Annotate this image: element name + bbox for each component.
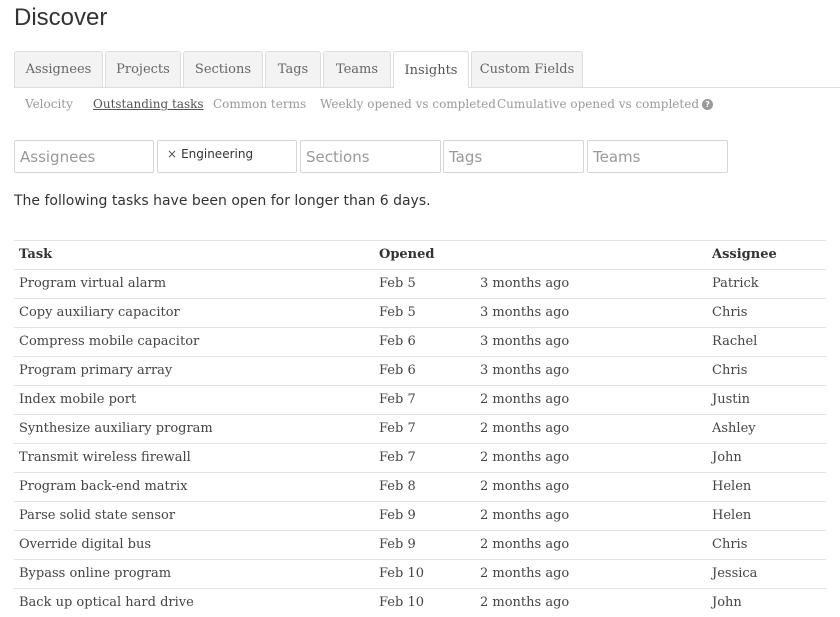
assignee-name: John: [712, 450, 742, 465]
teams-filter-placeholder: Teams: [593, 147, 641, 166]
task-name[interactable]: Compress mobile capacitor: [19, 328, 199, 356]
task-column-header: Task: [19, 247, 53, 262]
subnav-outstanding-tasks[interactable]: Outstanding tasks: [93, 97, 204, 111]
opened-ago: 3 months ago: [480, 276, 570, 291]
assignee-name: Rachel: [712, 334, 758, 349]
opened-ago: 2 months ago: [480, 421, 570, 436]
opened-date: Feb 6: [379, 363, 416, 378]
assignee-name: Jessica: [712, 566, 758, 581]
assignee-column-header: Assignee: [712, 247, 777, 262]
opened-column-header: Opened: [379, 247, 435, 262]
tab-custom-fields[interactable]: Custom Fields: [471, 51, 583, 87]
tab-bar: Assignees Projects Sections Tags Teams I…: [14, 51, 840, 88]
sections-filter[interactable]: Sections: [300, 140, 441, 173]
assignees-filter[interactable]: Assignees: [14, 140, 154, 173]
help-icon[interactable]: ?: [702, 99, 714, 110]
tab-sections[interactable]: Sections: [183, 51, 263, 87]
opened-date: Feb 6: [379, 334, 416, 349]
opened-date: Feb 8: [379, 479, 416, 494]
opened-date: Feb 10: [379, 566, 424, 581]
assignee-name: Patrick: [712, 276, 759, 291]
opened-ago: 2 months ago: [480, 595, 570, 610]
table-row: Index mobile port Feb 7 2 months ago Jus…: [14, 385, 826, 414]
opened-date: Feb 7: [379, 450, 416, 465]
subnav-common-terms[interactable]: Common terms: [213, 97, 306, 111]
opened-ago: 2 months ago: [480, 450, 570, 465]
table-row: Override digital bus Feb 9 2 months ago …: [14, 530, 826, 559]
task-name[interactable]: Program virtual alarm: [19, 270, 166, 298]
opened-date: Feb 5: [379, 276, 416, 291]
task-name[interactable]: Index mobile port: [19, 386, 136, 414]
table-row: Compress mobile capacitor Feb 6 3 months…: [14, 327, 826, 356]
task-name[interactable]: Parse solid state sensor: [19, 502, 175, 530]
task-name[interactable]: Synthesize auxiliary program: [19, 415, 213, 443]
assignees-filter-placeholder: Assignees: [20, 147, 96, 166]
engineering-chip: × Engineering: [167, 147, 253, 161]
subnav-cumulative-label: Cumulative opened vs completed: [497, 97, 700, 111]
insights-subnav: Velocity Outstanding tasks Common terms …: [0, 97, 840, 115]
tab-assignees[interactable]: Assignees: [14, 51, 103, 87]
opened-ago: 3 months ago: [480, 305, 570, 320]
opened-ago: 2 months ago: [480, 537, 570, 552]
sections-filter-placeholder: Sections: [306, 147, 370, 166]
opened-date: Feb 9: [379, 537, 416, 552]
assignee-name: Ashley: [712, 421, 756, 436]
table-row: Transmit wireless firewall Feb 7 2 month…: [14, 443, 826, 472]
subnav-weekly-opened-vs-completed[interactable]: Weekly opened vs completed: [320, 97, 496, 111]
tags-filter-placeholder: Tags: [449, 147, 483, 166]
projects-filter[interactable]: × Engineering: [157, 140, 297, 173]
opened-ago: 2 months ago: [480, 566, 570, 581]
opened-date: Feb 9: [379, 508, 416, 523]
opened-ago: 2 months ago: [480, 508, 570, 523]
opened-date: Feb 10: [379, 595, 424, 610]
opened-ago: 2 months ago: [480, 479, 570, 494]
table-row: Back up optical hard drive Feb 10 2 mont…: [14, 588, 826, 617]
tab-teams[interactable]: Teams: [323, 51, 391, 87]
assignee-name: Helen: [712, 479, 752, 494]
teams-filter[interactable]: Teams: [587, 140, 728, 173]
opened-date: Feb 5: [379, 305, 416, 320]
assignee-name: Chris: [712, 537, 748, 552]
opened-date: Feb 7: [379, 421, 416, 436]
assignee-name: Chris: [712, 363, 748, 378]
table-row: Copy auxiliary capacitor Feb 5 3 months …: [14, 298, 826, 327]
task-name[interactable]: Program primary array: [19, 357, 172, 385]
subnav-velocity[interactable]: Velocity: [25, 97, 73, 111]
tags-filter[interactable]: Tags: [443, 140, 584, 173]
task-name[interactable]: Bypass online program: [19, 560, 171, 588]
assignee-name: Helen: [712, 508, 752, 523]
subnav-cumulative-opened-vs-completed[interactable]: Cumulative opened vs completed?: [497, 97, 714, 111]
opened-ago: 3 months ago: [480, 363, 570, 378]
opened-ago: 3 months ago: [480, 334, 570, 349]
task-name[interactable]: Transmit wireless firewall: [19, 444, 191, 472]
tab-insights[interactable]: Insights: [393, 51, 469, 88]
tab-projects[interactable]: Projects: [105, 51, 181, 87]
table-row: Bypass online program Feb 10 2 months ag…: [14, 559, 826, 588]
task-name[interactable]: Copy auxiliary capacitor: [19, 299, 180, 327]
assignee-name: John: [712, 595, 742, 610]
assignee-name: Chris: [712, 305, 748, 320]
task-name[interactable]: Program back-end matrix: [19, 473, 187, 501]
opened-date: Feb 7: [379, 392, 416, 407]
assignee-name: Justin: [712, 392, 751, 407]
task-name[interactable]: Back up optical hard drive: [19, 589, 194, 617]
table-header-row: Task Opened Assignee: [14, 240, 826, 269]
table-row: Program primary array Feb 6 3 months ago…: [14, 356, 826, 385]
task-name[interactable]: Override digital bus: [19, 531, 151, 559]
table-row: Program back-end matrix Feb 8 2 months a…: [14, 472, 826, 501]
table-row: Synthesize auxiliary program Feb 7 2 mon…: [14, 414, 826, 443]
chip-remove-icon[interactable]: ×: [167, 147, 177, 161]
table-row: Parse solid state sensor Feb 9 2 months …: [14, 501, 826, 530]
outstanding-tasks-notice: The following tasks have been open for l…: [14, 193, 431, 209]
tab-tags[interactable]: Tags: [265, 51, 321, 87]
chip-label: Engineering: [181, 147, 254, 161]
page-title: Discover: [14, 4, 108, 31]
table-row: Program virtual alarm Feb 5 3 months ago…: [14, 269, 826, 298]
outstanding-tasks-table: Task Opened Assignee Program virtual ala…: [14, 240, 826, 617]
opened-ago: 2 months ago: [480, 392, 570, 407]
